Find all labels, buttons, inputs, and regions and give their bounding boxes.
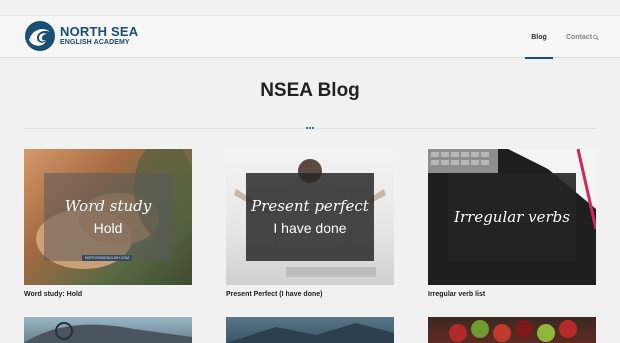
cherries-image xyxy=(449,320,577,342)
post-thumbnail[interactable] xyxy=(428,317,596,343)
post-title-link[interactable]: Word study: Hold xyxy=(24,291,192,298)
thumbnail-overlay: Word study Hold xyxy=(44,173,172,261)
landscape-image xyxy=(226,323,394,343)
top-strip xyxy=(0,0,620,15)
url-tag: NORTHSEAENGLISH.COM xyxy=(82,255,132,261)
post-thumbnail[interactable]: Irregular verbs xyxy=(428,149,596,285)
post-thumbnail[interactable]: Word study Hold NORTHSEAENGLISH.COM xyxy=(24,149,192,285)
search-button[interactable] xyxy=(587,16,605,59)
thumbnail-overlay: Present perfect I have done xyxy=(246,173,374,261)
site-header: NORTH SEA ENGLISH ACADEMY Blog Contact xyxy=(0,15,620,59)
logo-text: NORTH SEA ENGLISH ACADEMY xyxy=(60,25,138,47)
post-title-link[interactable]: Present Perfect (I have done) xyxy=(226,291,394,298)
post-card: Present perfect I have done Present Perf… xyxy=(226,149,394,298)
site-logo[interactable]: NORTH SEA ENGLISH ACADEMY xyxy=(24,20,138,52)
divider-dots-icon xyxy=(304,125,316,131)
post-thumbnail[interactable]: Present perfect I have done xyxy=(226,149,394,285)
thumbnail-overlay: Irregular verbs xyxy=(448,173,576,261)
post-thumbnail[interactable] xyxy=(24,317,192,343)
overlay-main-text: I have done xyxy=(273,220,347,236)
overlay-main-text: Hold xyxy=(93,220,123,236)
search-icon xyxy=(593,34,599,41)
page-title: NSEA Blog xyxy=(260,80,360,101)
post-title-link[interactable]: Irregular verb list xyxy=(428,291,596,298)
overlay-script-text: Irregular verbs xyxy=(454,208,570,226)
post-thumbnail[interactable] xyxy=(226,317,394,343)
car-interior-image xyxy=(24,322,192,343)
post-card: Irregular verbs Irregular verb list xyxy=(428,149,596,298)
logo-title: NORTH SEA xyxy=(60,24,139,39)
logo-subtitle: ENGLISH ACADEMY xyxy=(60,39,130,46)
overlay-script-text: Word study xyxy=(64,197,152,215)
wave-logo-icon xyxy=(25,21,55,51)
overlay-script-text: Present perfect xyxy=(251,197,369,215)
post-card: Word study Hold NORTHSEAENGLISH.COM Word… xyxy=(24,149,192,298)
nav-blog[interactable]: Blog xyxy=(525,16,553,59)
